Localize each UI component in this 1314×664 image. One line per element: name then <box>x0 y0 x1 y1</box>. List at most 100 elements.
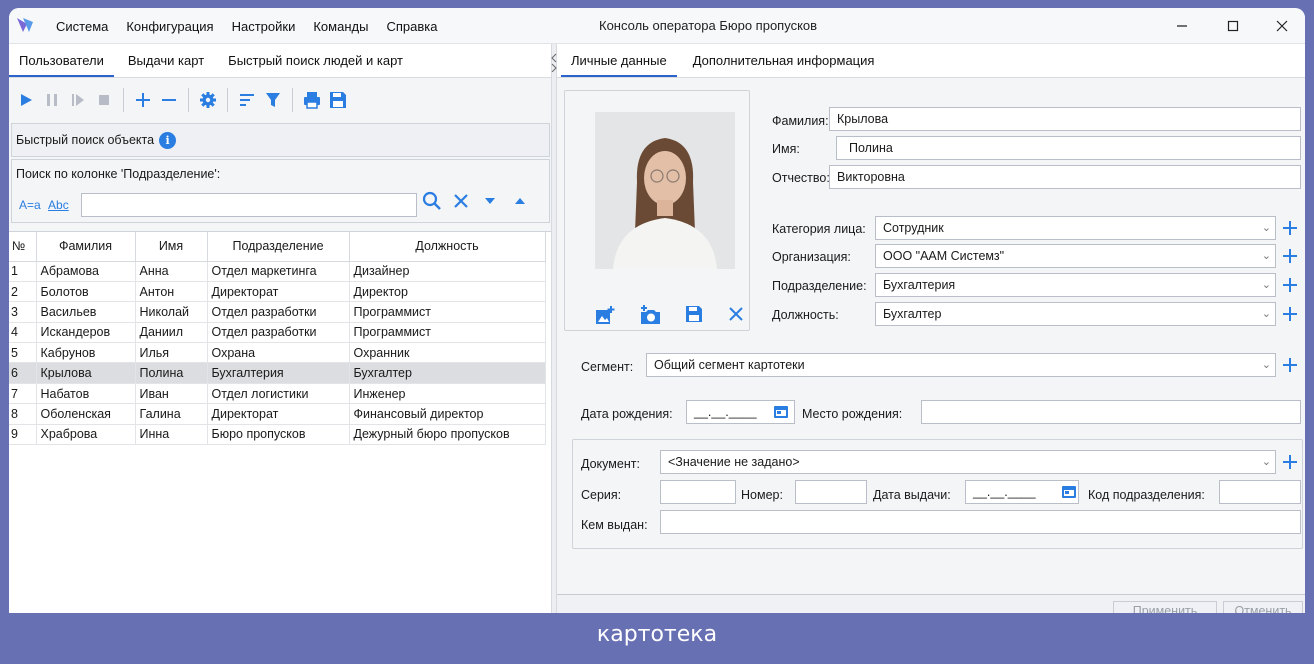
minimize-button[interactable] <box>1159 8 1205 44</box>
add-segment-button[interactable] <box>1280 353 1300 377</box>
app-logo-icon <box>17 18 33 32</box>
filter-button[interactable] <box>262 89 284 111</box>
table-row[interactable]: 8 Оболенская Галина Директорат Финансовый ди… <box>9 403 546 425</box>
add-button[interactable] <box>132 89 154 111</box>
quick-search-header: Быстрый поиск объекта i <box>11 123 550 157</box>
add-camera-photo-icon[interactable] <box>639 305 661 325</box>
number-field[interactable] <box>795 480 867 504</box>
menu-system[interactable]: Система <box>56 19 108 34</box>
cell-number: 8 <box>9 403 37 425</box>
add-organization-button[interactable] <box>1280 244 1300 268</box>
whole-word-toggle[interactable]: Abc <box>48 198 69 212</box>
column-header-first-name[interactable]: Имя <box>135 232 208 262</box>
position-label: Должность: <box>772 308 839 322</box>
position-value: Бухгалтер <box>883 307 942 321</box>
table-row[interactable]: 2 Болотов Антон Директорат Директор <box>9 281 546 303</box>
add-document-button[interactable] <box>1280 450 1300 474</box>
menu-commands[interactable]: Команды <box>313 19 368 34</box>
last-name-field[interactable]: Крылова <box>829 107 1301 131</box>
operator-console-window: Система Конфигурация Настройки Команды С… <box>9 8 1305 613</box>
sort-button[interactable] <box>236 89 258 111</box>
search-input[interactable] <box>81 193 417 217</box>
table-row[interactable]: 6 Крылова Полина Бухгалтерия Бухгалтер <box>9 362 546 384</box>
gear-icon <box>200 92 216 108</box>
stop-button[interactable] <box>93 89 115 111</box>
column-header-department[interactable]: Подразделение <box>207 232 350 262</box>
calendar-icon[interactable] <box>773 405 789 419</box>
print-button[interactable] <box>301 89 323 111</box>
apply-button[interactable]: Применить <box>1113 601 1217 613</box>
tab-users[interactable]: Пользователи <box>9 44 114 77</box>
pause-button[interactable] <box>41 89 63 111</box>
add-image-icon[interactable] <box>595 305 615 325</box>
column-header-position[interactable]: Должность <box>349 232 546 262</box>
match-case-toggle[interactable]: A=a <box>19 198 41 212</box>
cell-first-name: Галина <box>135 403 208 425</box>
cell-last-name: Абрамова <box>36 261 136 282</box>
table-row[interactable]: 7 Набатов Иван Отдел логистики Инженер <box>9 383 546 405</box>
remove-button[interactable] <box>158 89 180 111</box>
issue-date-label: Дата выдачи: <box>873 488 951 502</box>
plus-icon <box>1283 307 1297 321</box>
cell-number: 5 <box>9 342 37 364</box>
position-select[interactable]: Бухгалтер ⌄ <box>875 302 1276 326</box>
birth-place-field[interactable] <box>921 400 1301 424</box>
table-row[interactable]: 4 Искандеров Даниил Отдел разработки Програм… <box>9 322 546 344</box>
add-position-button[interactable] <box>1280 302 1300 326</box>
cancel-button[interactable]: Отменить <box>1223 601 1303 613</box>
cell-last-name: Кабрунов <box>36 342 136 364</box>
menu-configuration[interactable]: Конфигурация <box>126 19 213 34</box>
save-icon <box>330 92 346 108</box>
tab-quick-search-people[interactable]: Быстрый поиск людей и карт <box>218 44 413 77</box>
dept-code-field[interactable] <box>1219 480 1301 504</box>
play-button[interactable] <box>15 89 37 111</box>
first-name-field[interactable]: Полина <box>836 136 1301 160</box>
search-icon[interactable] <box>422 191 442 211</box>
tab-personal-data[interactable]: Личные данные <box>561 44 677 77</box>
segment-select[interactable]: Общий сегмент картотеки ⌄ <box>646 353 1276 377</box>
left-panel: Быстрый поиск объекта i Поиск по колонке… <box>9 78 551 613</box>
cell-position: Бухгалтер <box>349 362 546 384</box>
cell-first-name: Инна <box>135 424 208 446</box>
quick-search-title: Быстрый поиск объекта <box>16 133 155 147</box>
step-button[interactable] <box>67 89 89 111</box>
document-select[interactable]: <Значение не задано> ⌄ <box>660 450 1276 474</box>
cell-first-name: Николай <box>135 301 208 323</box>
chevron-down-icon: ⌄ <box>1261 222 1271 234</box>
clear-icon[interactable] <box>452 192 470 210</box>
maximize-button[interactable] <box>1210 8 1256 44</box>
tab-additional-info[interactable]: Дополнительная информация <box>683 44 885 77</box>
table-row[interactable]: 9 Храброва Инна Бюро пропусков Дежурный бюро… <box>9 424 546 446</box>
settings-button[interactable] <box>197 89 219 111</box>
close-icon <box>1276 20 1288 32</box>
printer-icon <box>304 92 320 109</box>
table-row[interactable]: 3 Васильев Николай Отдел разработки Программ… <box>9 301 546 323</box>
organization-select[interactable]: ООО "ААМ Системз" ⌄ <box>875 244 1276 268</box>
save-button[interactable] <box>327 89 349 111</box>
menu-settings[interactable]: Настройки <box>232 19 296 34</box>
save-photo-icon[interactable] <box>685 305 703 323</box>
tab-card-issues[interactable]: Выдачи карт <box>118 44 214 77</box>
delete-photo-icon[interactable] <box>727 305 745 323</box>
add-category-button[interactable] <box>1280 216 1300 240</box>
series-field[interactable] <box>660 480 736 504</box>
plus-icon <box>1283 249 1297 263</box>
info-icon[interactable]: i <box>159 131 177 149</box>
close-button[interactable] <box>1259 8 1305 44</box>
cell-department: Директорат <box>207 281 350 303</box>
column-header-last-name[interactable]: Фамилия <box>36 232 136 262</box>
table-row[interactable]: 1 Абрамова Анна Отдел маркетинга Дизайнер <box>9 261 546 282</box>
column-header-number[interactable]: № <box>9 232 37 262</box>
issued-by-field[interactable] <box>660 510 1301 534</box>
table-row[interactable]: 5 Кабрунов Илья Охрана Охранник <box>9 342 546 364</box>
add-department-button[interactable] <box>1280 273 1300 297</box>
calendar-icon[interactable] <box>1061 485 1077 499</box>
previous-match-icon[interactable] <box>514 195 526 207</box>
plus-icon <box>136 93 150 107</box>
next-match-icon[interactable] <box>484 195 496 207</box>
series-label: Серия: <box>581 488 622 502</box>
category-select[interactable]: Сотрудник ⌄ <box>875 216 1276 240</box>
menu-help[interactable]: Справка <box>386 19 437 34</box>
middle-name-field[interactable]: Викторовна <box>829 165 1301 189</box>
department-select[interactable]: Бухгалтерия ⌄ <box>875 273 1276 297</box>
